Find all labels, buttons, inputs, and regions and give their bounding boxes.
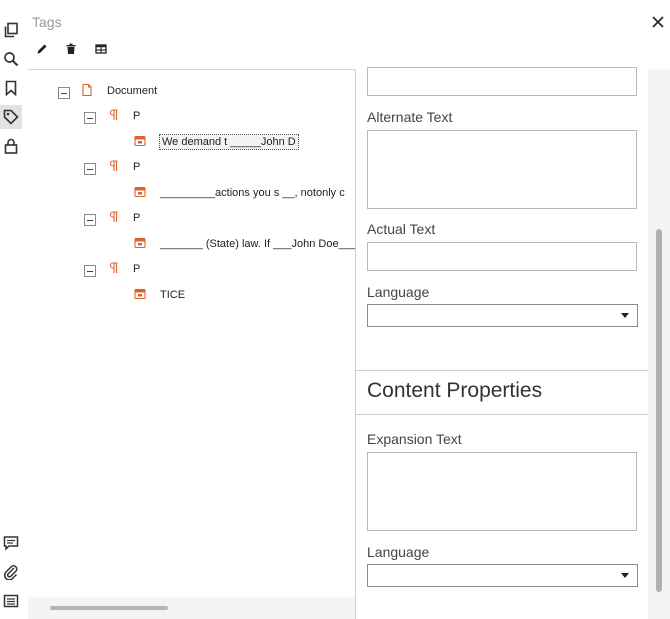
content-tag-icon — [134, 287, 146, 301]
tree-item-label: P — [133, 161, 141, 173]
chevron-down-icon[interactable] — [613, 305, 637, 326]
actual-text-field[interactable] — [367, 242, 637, 271]
content-tag-icon — [134, 236, 146, 250]
tree-item-p[interactable]: P — [133, 209, 140, 227]
edit-icon[interactable] — [34, 41, 50, 57]
tree-item-p[interactable]: P — [133, 158, 140, 176]
tree-item-p[interactable]: P — [133, 107, 140, 125]
tree-item-label: Document — [107, 85, 158, 97]
vertical-scrollbar[interactable] — [648, 69, 670, 619]
language-label: Language — [367, 284, 430, 300]
expansion-text-label: Expansion Text — [367, 431, 462, 447]
tree-item-document[interactable]: Document — [107, 82, 157, 100]
alternate-text-label: Alternate Text — [367, 109, 453, 125]
section-divider — [356, 414, 648, 415]
language-label: Language — [367, 544, 430, 560]
tree-item-label: P — [133, 110, 141, 122]
paragraph-tag-icon — [108, 159, 120, 173]
form-fields-icon[interactable] — [0, 589, 22, 613]
paragraph-tag-icon — [108, 210, 120, 224]
section-divider — [356, 370, 648, 371]
collapse-toggle[interactable] — [84, 163, 96, 175]
pages-icon[interactable] — [0, 18, 22, 42]
tree-item-label: P — [133, 212, 141, 224]
tree-item-p[interactable]: P — [133, 260, 140, 278]
language-select[interactable] — [367, 564, 638, 587]
scrollbar-thumb[interactable] — [50, 606, 168, 610]
tree-item-label: _______ (State) law. If ___John Doe___ — [160, 238, 355, 250]
horizontal-scrollbar[interactable] — [28, 597, 355, 619]
tree-item-label: TICE — [160, 289, 186, 301]
tree-item-content[interactable]: _______ (State) law. If ___John Doe___ — [160, 235, 355, 253]
tree-item-content[interactable]: We demand t _____John D — [159, 133, 299, 151]
bookmark-icon[interactable] — [0, 76, 22, 100]
paragraph-tag-icon — [108, 261, 120, 275]
tag-tree[interactable]: Document P We demand t _____John D P ___… — [28, 69, 355, 597]
content-properties-heading: Content Properties — [367, 379, 543, 402]
collapse-toggle[interactable] — [58, 87, 70, 99]
delete-icon[interactable] — [63, 41, 79, 57]
tree-item-label: We demand t _____John D — [159, 134, 299, 150]
left-rail — [0, 0, 22, 619]
scrollbar-thumb[interactable] — [656, 229, 662, 592]
chevron-down-icon[interactable] — [613, 565, 637, 586]
tree-item-label: P — [133, 263, 141, 275]
collapse-toggle[interactable] — [84, 265, 96, 277]
tag-icon[interactable] — [0, 105, 22, 129]
content-tag-icon — [134, 185, 146, 199]
collapse-toggle[interactable] — [84, 214, 96, 226]
expansion-text-field[interactable] — [367, 452, 637, 531]
lock-icon[interactable] — [0, 134, 22, 158]
document-tag-icon — [81, 83, 93, 97]
search-icon[interactable] — [0, 47, 22, 71]
comment-icon[interactable] — [0, 531, 22, 555]
title-field[interactable] — [367, 67, 637, 96]
alternate-text-field[interactable] — [367, 130, 637, 209]
attachment-icon[interactable] — [0, 560, 22, 584]
panel-title: Tags — [32, 14, 62, 30]
actual-text-label: Actual Text — [367, 221, 436, 237]
close-icon[interactable] — [650, 14, 666, 30]
collapse-toggle[interactable] — [84, 112, 96, 124]
tree-item-label: _________actions you s __, notonly c — [160, 187, 345, 199]
language-select[interactable] — [367, 304, 638, 327]
paragraph-tag-icon — [108, 108, 120, 122]
tree-item-content[interactable]: TICE — [160, 286, 185, 304]
tree-item-content[interactable]: _________actions you s __, notonly c — [160, 184, 345, 202]
table-icon[interactable] — [93, 41, 109, 57]
content-tag-icon — [134, 134, 146, 148]
properties-pane: Alternate Text Actual Text Language Cont… — [356, 67, 648, 619]
